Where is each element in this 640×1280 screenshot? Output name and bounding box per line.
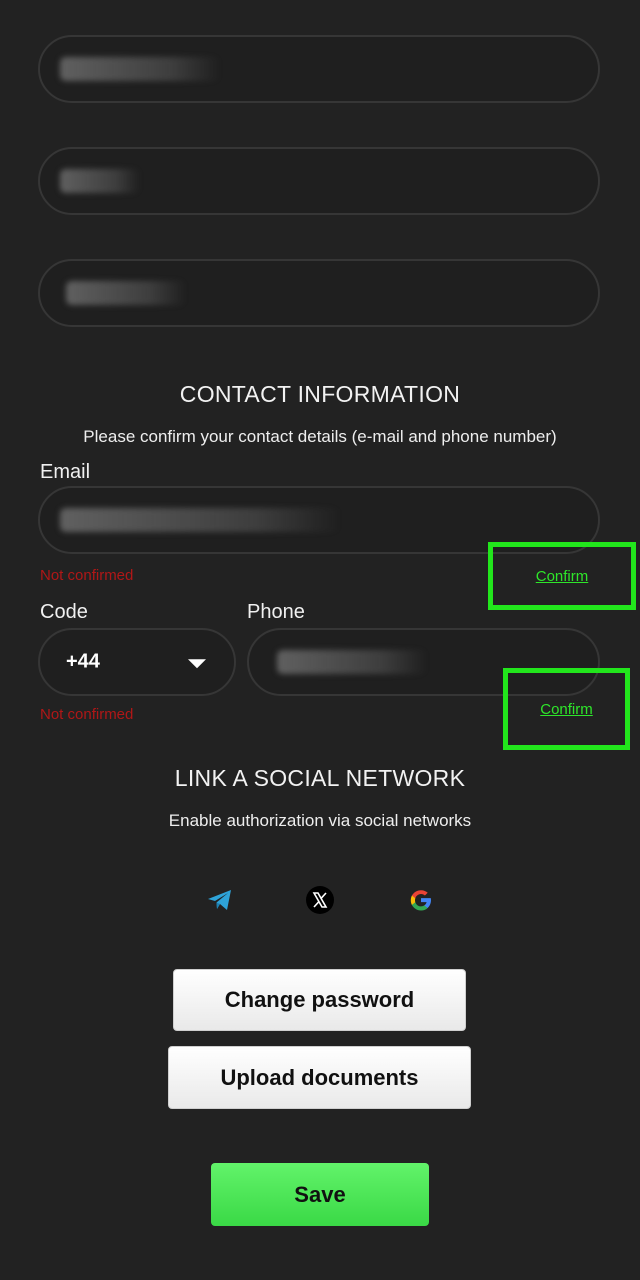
code-label: Code <box>40 601 88 623</box>
phone-confirm-link[interactable]: Confirm <box>540 701 593 718</box>
social-icons-row <box>0 880 640 920</box>
profile-field-1[interactable] <box>38 35 600 103</box>
telegram-icon[interactable] <box>200 880 240 920</box>
phone-status: Not confirmed <box>40 706 134 723</box>
contact-section-subtitle: Please confirm your contact details (e-m… <box>83 427 557 446</box>
email-confirm-link[interactable]: Confirm <box>536 568 589 585</box>
redacted-value <box>60 508 340 532</box>
google-icon[interactable] <box>401 880 441 920</box>
email-label: Email <box>40 461 91 483</box>
profile-field-3[interactable] <box>38 259 600 327</box>
email-confirm-highlight[interactable]: Confirm <box>488 542 636 610</box>
email-status: Not confirmed <box>40 567 134 584</box>
redacted-value <box>277 650 427 674</box>
social-section-subtitle: Enable authorization via social networks <box>168 811 472 830</box>
profile-page: CONTACT INFORMATION Please confirm your … <box>0 0 640 1280</box>
social-section-title: LINK A SOCIAL NETWORK <box>174 765 466 791</box>
save-button[interactable]: Save <box>211 1163 429 1226</box>
contact-section-title: CONTACT INFORMATION <box>179 381 461 407</box>
profile-field-2[interactable] <box>38 147 600 215</box>
chevron-down-icon <box>188 659 206 669</box>
redacted-value <box>60 57 220 81</box>
phone-confirm-highlight[interactable]: Confirm <box>503 668 630 750</box>
upload-documents-button[interactable]: Upload documents <box>168 1046 471 1109</box>
redacted-value <box>66 281 186 305</box>
phone-label: Phone <box>247 601 305 623</box>
change-password-button[interactable]: Change password <box>173 969 466 1031</box>
country-code-select[interactable]: +44 <box>38 628 236 696</box>
country-code-value: +44 <box>66 650 100 673</box>
redacted-value <box>60 169 140 193</box>
x-icon[interactable] <box>300 880 340 920</box>
